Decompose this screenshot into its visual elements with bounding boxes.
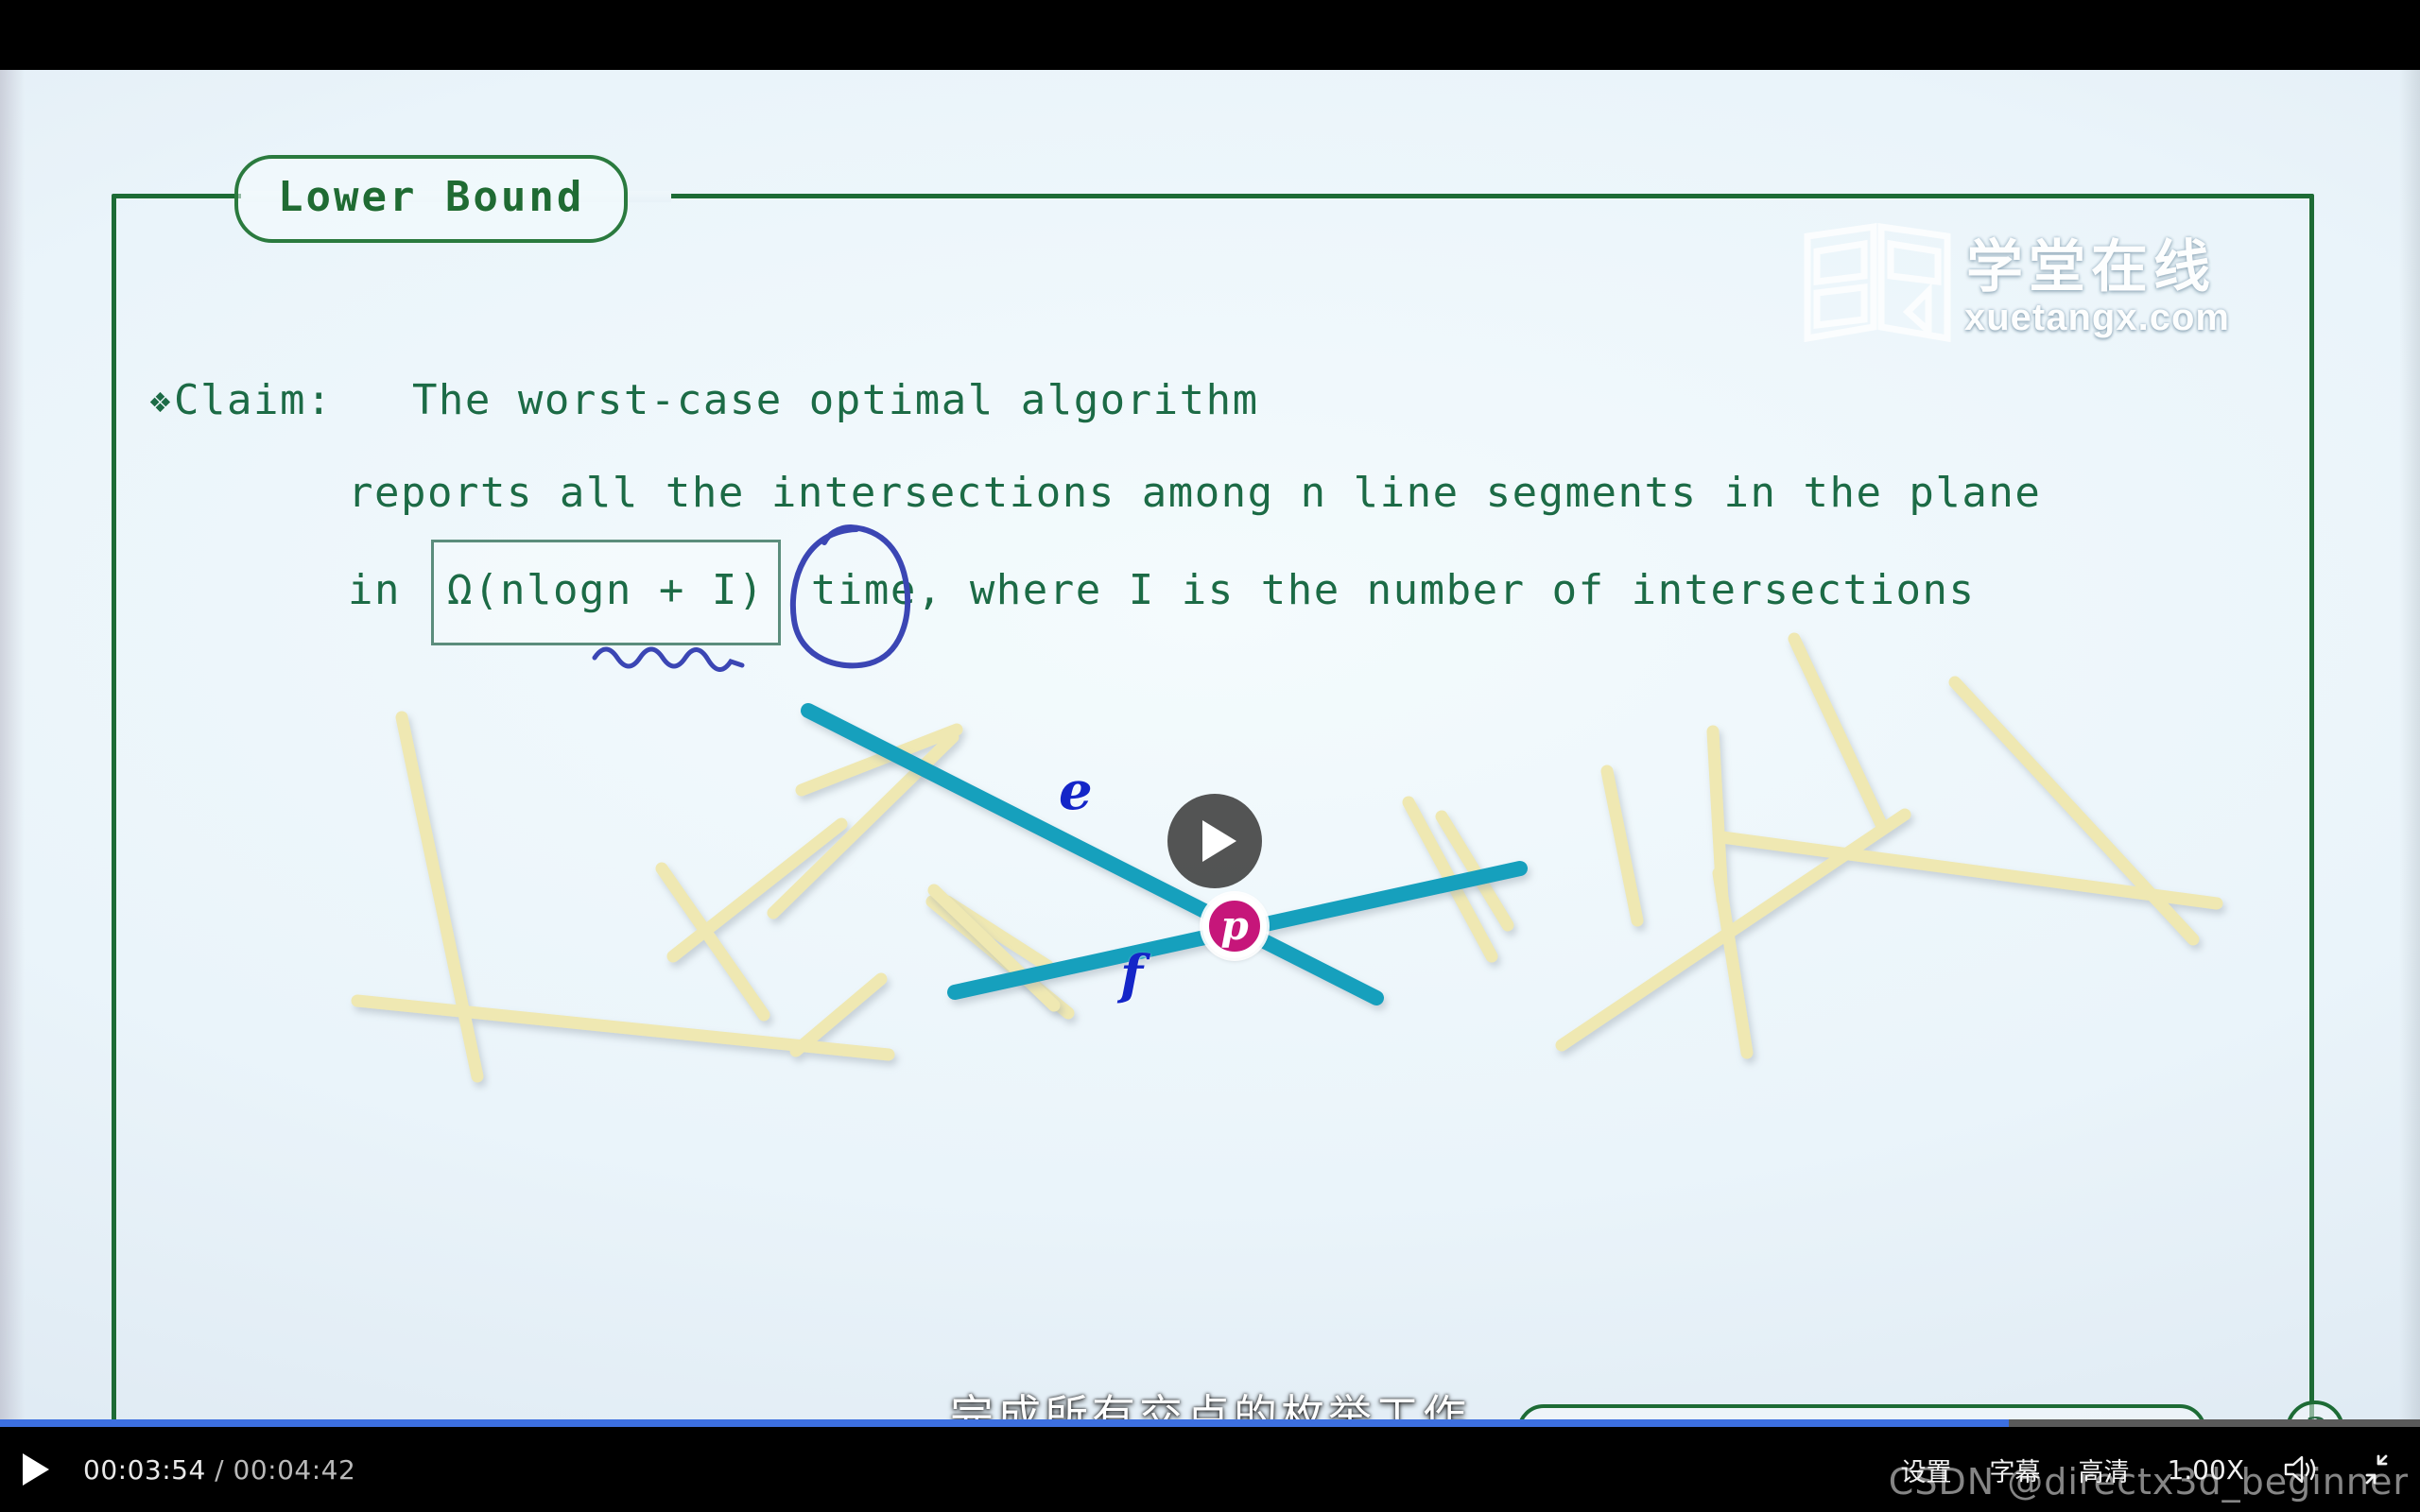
controls-right-group: 设置 字幕 高清 1.00X <box>1900 1427 2395 1512</box>
time-display: 00:03:54 / 00:04:42 <box>83 1454 355 1486</box>
exit-fullscreen-icon[interactable] <box>2358 1452 2395 1486</box>
segment-label-e: e <box>1059 760 1093 822</box>
progress-bar-track[interactable] <box>0 1419 2420 1427</box>
video-play-overlay-button[interactable] <box>1167 794 1262 888</box>
play-triangle-icon <box>1201 820 1236 862</box>
player-control-bar: 00:03:54 / 00:04:42 设置 字幕 高清 1.00X CSDN … <box>0 1419 2420 1512</box>
quality-button[interactable]: 高清 <box>2078 1452 2129 1488</box>
current-time: 00:03:54 <box>83 1453 206 1486</box>
segment-arrangement-figure <box>351 632 2223 1083</box>
letterbox-top <box>0 0 2420 70</box>
play-icon <box>23 1453 49 1486</box>
progress-bar-fill <box>0 1419 2009 1427</box>
controls-left-group: 00:03:54 / 00:04:42 <box>23 1427 355 1512</box>
volume-icon[interactable] <box>2282 1452 2320 1486</box>
segment-label-f: f <box>1120 944 1144 1006</box>
player-root: Lower Bound 学堂在线 xuetangx.com ❖Claim: Th… <box>0 0 2420 1512</box>
subtitles-button[interactable]: 字幕 <box>1989 1452 2040 1488</box>
total-time: 00:04:42 <box>233 1453 356 1486</box>
time-separator: / <box>205 1453 233 1486</box>
playback-speed-button[interactable]: 1.00X <box>2167 1454 2244 1486</box>
play-pause-button[interactable] <box>23 1451 55 1488</box>
intersection-point-p: p <box>1202 894 1267 958</box>
slide-stage: Lower Bound 学堂在线 xuetangx.com ❖Claim: Th… <box>0 70 2420 1427</box>
settings-button[interactable]: 设置 <box>1900 1452 1951 1488</box>
